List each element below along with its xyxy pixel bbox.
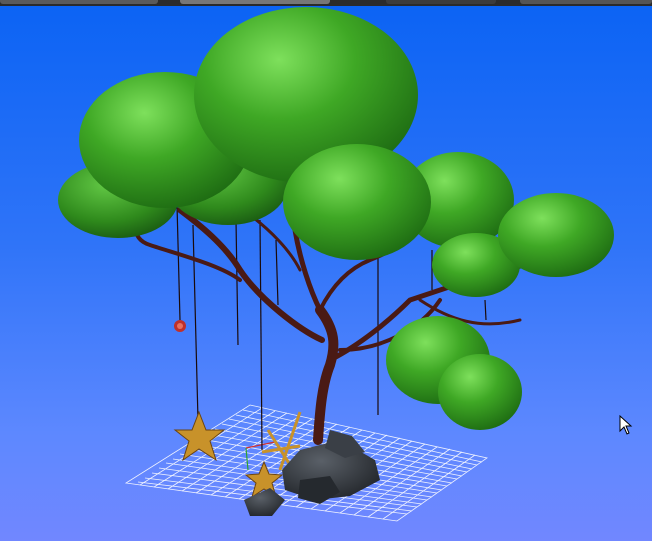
ornament-ball <box>174 320 186 332</box>
3d-scene[interactable] <box>0 0 652 541</box>
toolbar-tab-segment[interactable] <box>0 0 158 4</box>
ornament-star <box>173 410 226 462</box>
toolbar-tab-segment[interactable] <box>386 0 496 4</box>
toolbar-tab-segment[interactable] <box>180 0 330 4</box>
top-toolbar-strip <box>0 0 652 6</box>
tree-canopy <box>58 7 614 430</box>
3d-viewport[interactable] <box>0 0 652 541</box>
toolbar-tab-segment[interactable] <box>520 0 652 4</box>
mouse-pointer-icon <box>619 414 633 439</box>
axis-gizmo <box>245 441 276 471</box>
